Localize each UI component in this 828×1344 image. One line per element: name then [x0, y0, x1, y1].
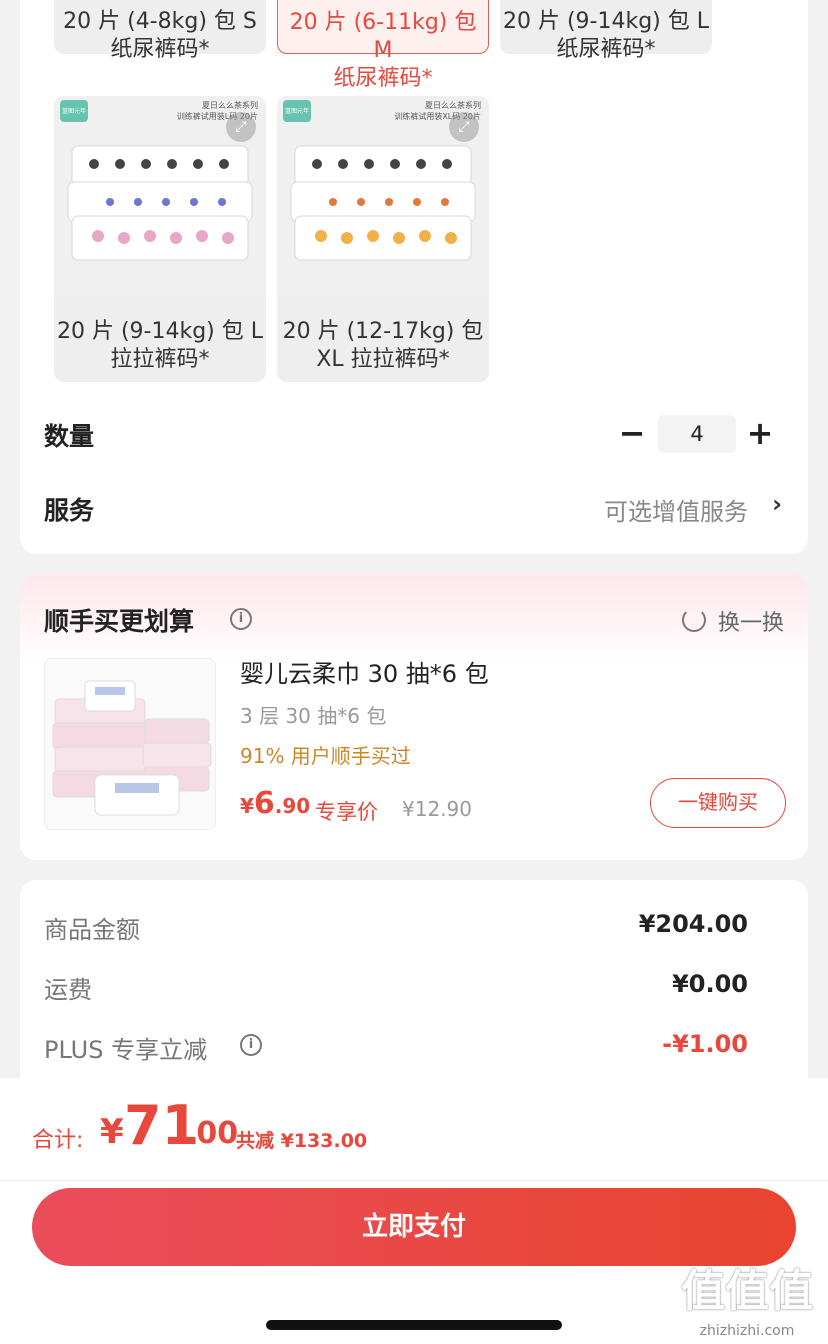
addon-original-price: ¥12.90: [402, 797, 472, 821]
watermark-logo: 值值值: [681, 1266, 813, 1317]
summary-value-shipping: ¥0.00: [672, 970, 748, 998]
variant-label-line2: 纸尿裤码*: [110, 37, 210, 62]
quantity-label: 数量: [44, 422, 95, 451]
service-hint: 可选增值服务: [604, 498, 748, 526]
variant-label-line1: 20 片 (4-8kg) 包 S: [63, 9, 257, 34]
total-discount: 共减 ¥133.00: [236, 1130, 368, 1152]
info-icon[interactable]: i: [240, 1034, 262, 1056]
addon-product-name[interactable]: 婴儿云柔巾 30 抽*6 包: [240, 654, 489, 689]
addon-price: ¥6.90: [240, 786, 310, 821]
variant-label-line1: 20 片 (12-17kg) 包: [282, 319, 484, 344]
variant-option-xl-pullup[interactable]: 蓝图元年 夏日么么茶系列 训练裤试用装XL码 20片 ⤢ 20 片 (12-17…: [277, 96, 489, 382]
variant-label-line1: 20 片 (9-14kg) 包 L: [502, 9, 710, 34]
addon-price-dec: .90: [274, 794, 311, 818]
sku-card: 20 片 (4-8kg) 包 S 纸尿裤码* 20 片 (6-11kg) 包 M…: [20, 0, 808, 554]
one-click-buy-button[interactable]: 一键购买: [650, 778, 786, 828]
addon-price-currency: ¥: [240, 794, 254, 818]
variant-label: 20 片 (12-17kg) 包 XL 拉拉裤码*: [277, 318, 489, 374]
summary-label-shipping: 运费: [44, 976, 92, 1004]
variant-thumbnail: 蓝图元年 夏日么么茶系列 训练裤试用装XL码 20片 ⤢: [277, 96, 489, 296]
variant-label-line2: 拉拉裤码*: [110, 347, 210, 372]
addon-price-label: 专享价: [315, 800, 378, 824]
variant-option-l-pullup[interactable]: 蓝图元年 夏日么么茶系列 训练裤试用装L码 20片 ⤢ 20 片 (9-14kg…: [54, 96, 266, 382]
home-indicator[interactable]: [266, 1320, 562, 1330]
variant-label-line2: 纸尿裤码*: [333, 66, 433, 91]
variant-label-line1: 20 片 (6-11kg) 包 M: [289, 10, 477, 63]
expand-icon[interactable]: ⤢: [449, 112, 479, 142]
addon-product-spec: 3 层 30 抽*6 包: [240, 704, 387, 728]
addon-title: 顺手买更划算: [44, 607, 195, 636]
variant-label-line2: XL 拉拉裤码*: [316, 347, 450, 372]
brand-logo-text: 蓝图元年: [61, 108, 86, 115]
brand-logo: 蓝图元年: [60, 100, 88, 122]
variant-option-s-diaper[interactable]: 20 片 (4-8kg) 包 S 纸尿裤码*: [54, 0, 266, 62]
total-label: 合计:: [32, 1128, 84, 1153]
summary-label-subtotal: 商品金额: [44, 916, 140, 944]
thumb-caption-line1: 夏日么么茶系列: [425, 101, 481, 110]
brand-logo: 蓝图元年: [283, 100, 311, 122]
chevron-right-icon: ›: [772, 490, 782, 518]
service-label: 服务: [44, 496, 95, 525]
variant-label-line1: 20 片 (9-14kg) 包 L: [56, 319, 264, 344]
variant-label: 20 片 (9-14kg) 包 L 拉拉裤码*: [54, 318, 266, 374]
addon-card: 顺手买更划算 i 换一换 婴儿云柔巾 30 抽*6 包 3 层 30 抽*6 包…: [20, 574, 808, 860]
variant-thumbnail: 蓝图元年 夏日么么茶系列 训练裤试用装L码 20片 ⤢: [54, 96, 266, 296]
pay-now-button[interactable]: 立即支付: [32, 1188, 796, 1266]
quantity-input[interactable]: 4: [658, 415, 736, 453]
quantity-plus-button[interactable]: +: [745, 416, 775, 452]
summary-value-plus-discount: -¥1.00: [662, 1030, 748, 1058]
quantity-minus-button[interactable]: −: [617, 416, 647, 452]
summary-label-plus-discount: PLUS 专享立减: [44, 1036, 208, 1064]
swap-label: 换一换: [717, 611, 784, 636]
total-currency: ¥: [100, 1112, 124, 1152]
variant-option-m-diaper[interactable]: 20 片 (6-11kg) 包 M 纸尿裤码*: [277, 0, 489, 91]
wipes-pack-image: [52, 680, 212, 816]
variant-option-l-diaper[interactable]: 20 片 (9-14kg) 包 L 纸尿裤码*: [500, 0, 712, 62]
info-icon[interactable]: i: [230, 608, 252, 630]
refresh-icon: [682, 608, 706, 632]
addon-price-int: 6: [253, 786, 275, 821]
summary-value-subtotal: ¥204.00: [638, 910, 748, 938]
watermark: 值值值 zhizhizhi.com: [676, 1262, 818, 1344]
addon-product-image[interactable]: [44, 658, 216, 830]
divider: [0, 1180, 828, 1181]
thumb-caption-line1: 夏日么么茶系列: [202, 101, 258, 110]
brand-logo-text: 蓝图元年: [284, 108, 309, 115]
addon-social-proof: 91% 用户顺手买过: [240, 744, 411, 768]
total-amount-dec: .00: [185, 1116, 239, 1151]
watermark-site: zhizhizhi.com: [699, 1323, 795, 1339]
expand-icon[interactable]: ⤢: [226, 112, 256, 142]
variant-label-line2: 纸尿裤码*: [556, 37, 656, 62]
